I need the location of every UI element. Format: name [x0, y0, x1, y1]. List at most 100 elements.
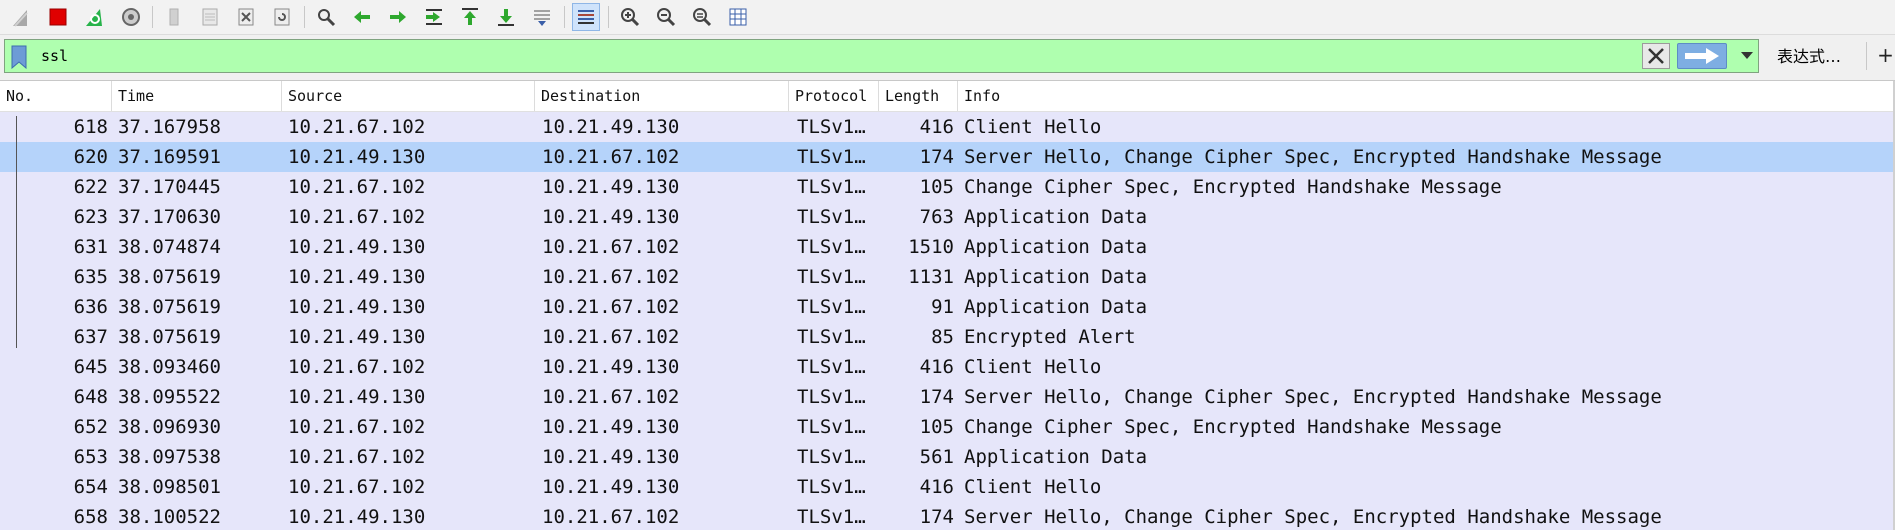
- bookmark-icon[interactable]: [11, 45, 27, 69]
- packet-info: Change Cipher Spec, Encrypted Handshake …: [964, 176, 1502, 198]
- open-file-button[interactable]: [160, 3, 188, 31]
- packet-destination: 10.21.67.102: [542, 386, 680, 408]
- packet-length: 174: [919, 506, 954, 528]
- packet-row[interactable]: 618 37.167958 10.21.67.102 10.21.49.130 TLSv…: [0, 112, 1895, 142]
- go-last-packet-button[interactable]: [492, 3, 520, 31]
- packet-row[interactable]: 654 38.098501 10.21.67.102 10.21.49.130 TLSv…: [0, 472, 1895, 502]
- packet-row[interactable]: 623 37.170630 10.21.67.102 10.21.49.130 TLSv…: [0, 202, 1895, 232]
- stop-capture-button[interactable]: [44, 3, 72, 31]
- packet-length: 1510: [908, 236, 954, 258]
- column-header-source[interactable]: Source: [282, 81, 535, 111]
- display-filter-toolbar: 表达式… +: [0, 36, 1895, 76]
- packet-info: Application Data: [964, 266, 1148, 288]
- packet-source: 10.21.67.102: [288, 206, 426, 228]
- recent-filters-dropdown[interactable]: [1735, 43, 1759, 69]
- packet-info: Application Data: [964, 446, 1148, 468]
- auto-scroll-icon: [534, 10, 550, 26]
- filter-separator: [1866, 42, 1867, 70]
- save-file-button[interactable]: [196, 3, 224, 31]
- go-to-packet-icon: [426, 9, 442, 25]
- packet-source: 10.21.49.130: [288, 386, 426, 408]
- clear-icon: [1648, 48, 1664, 64]
- packet-protocol: TLSv1…: [797, 446, 866, 468]
- packet-protocol: TLSv1…: [797, 116, 866, 138]
- packet-source: 10.21.49.130: [288, 506, 426, 528]
- go-to-packet-button[interactable]: [420, 3, 448, 31]
- packet-row[interactable]: 637 38.075619 10.21.49.130 10.21.67.102 TLSv…: [0, 322, 1895, 352]
- packet-info: Client Hello: [964, 116, 1102, 138]
- packet-list-header: No. Time Source Destination Protocol Len…: [0, 81, 1895, 112]
- expression-button[interactable]: 表达式…: [1763, 39, 1863, 71]
- packet-destination: 10.21.67.102: [542, 506, 680, 528]
- normal-size-icon: [693, 8, 712, 27]
- packet-time: 38.095522: [118, 386, 221, 408]
- column-header-info[interactable]: Info: [958, 81, 1895, 111]
- colorize-icon: [578, 10, 594, 24]
- packet-protocol: TLSv1…: [797, 506, 866, 528]
- packet-length: 1131: [908, 266, 954, 288]
- colorize-button[interactable]: [572, 3, 600, 31]
- packet-row[interactable]: 658 38.100522 10.21.49.130 10.21.67.102 TLSv…: [0, 502, 1895, 530]
- go-back-button[interactable]: [348, 3, 376, 31]
- auto-scroll-button[interactable]: [528, 3, 556, 31]
- packet-row[interactable]: 622 37.170445 10.21.67.102 10.21.49.130 TLSv…: [0, 172, 1895, 202]
- packet-protocol: TLSv1…: [797, 416, 866, 438]
- zoom-in-button[interactable]: [616, 3, 644, 31]
- packet-row[interactable]: 645 38.093460 10.21.67.102 10.21.49.130 TLSv…: [0, 352, 1895, 382]
- packet-protocol: TLSv1…: [797, 356, 866, 378]
- display-filter-field[interactable]: [4, 39, 1759, 73]
- column-header-protocol[interactable]: Protocol: [789, 81, 879, 111]
- clear-filter-button[interactable]: [1642, 43, 1670, 69]
- go-forward-icon: [390, 11, 406, 23]
- close-file-button[interactable]: [232, 3, 260, 31]
- stop-capture-icon: [49, 8, 67, 26]
- go-first-packet-button[interactable]: [456, 3, 484, 31]
- packet-length: 91: [931, 296, 954, 318]
- restart-capture-icon: [86, 9, 102, 26]
- packet-row[interactable]: 648 38.095522 10.21.49.130 10.21.67.102 TLSv…: [0, 382, 1895, 412]
- resize-columns-button[interactable]: [724, 3, 752, 31]
- packet-length: 85: [931, 326, 954, 348]
- packet-protocol: TLSv1…: [797, 146, 866, 168]
- packet-length: 763: [919, 206, 954, 228]
- zoom-out-button[interactable]: [652, 3, 680, 31]
- packet-length: 416: [919, 116, 954, 138]
- normal-size-button[interactable]: [688, 3, 716, 31]
- go-forward-button[interactable]: [384, 3, 412, 31]
- display-filter-input[interactable]: [41, 45, 1641, 67]
- packet-destination: 10.21.49.130: [542, 116, 680, 138]
- packet-source: 10.21.67.102: [288, 476, 426, 498]
- column-header-length[interactable]: Length: [879, 81, 958, 111]
- packet-row[interactable]: 620 37.169591 10.21.49.130 10.21.67.102 TLSv…: [0, 142, 1895, 172]
- reload-file-button[interactable]: [268, 3, 296, 31]
- packet-source: 10.21.67.102: [288, 416, 426, 438]
- packet-row[interactable]: 636 38.075619 10.21.49.130 10.21.67.102 TLSv…: [0, 292, 1895, 322]
- packet-time: 38.075619: [118, 326, 221, 348]
- packet-time: 37.170630: [118, 206, 221, 228]
- toolbar-separator: [608, 6, 609, 28]
- packet-time: 37.167958: [118, 116, 221, 138]
- packet-row[interactable]: 653 38.097538 10.21.67.102 10.21.49.130 TLSv…: [0, 442, 1895, 472]
- apply-filter-button[interactable]: [1677, 43, 1727, 69]
- packet-info: Server Hello, Change Cipher Spec, Encryp…: [964, 146, 1662, 168]
- restart-capture-button[interactable]: [80, 3, 108, 31]
- packet-protocol: TLSv1…: [797, 176, 866, 198]
- chevron-down-icon: [1741, 52, 1753, 59]
- column-header-destination[interactable]: Destination: [535, 81, 789, 111]
- packet-time: 38.093460: [118, 356, 221, 378]
- packet-destination: 10.21.49.130: [542, 176, 680, 198]
- packet-info: Change Cipher Spec, Encrypted Handshake …: [964, 416, 1502, 438]
- column-header-time[interactable]: Time: [112, 81, 282, 111]
- go-first-packet-icon: [462, 8, 478, 25]
- packet-row[interactable]: 652 38.096930 10.21.67.102 10.21.49.130 TLSv…: [0, 412, 1895, 442]
- start-capture-button[interactable]: [6, 3, 34, 31]
- add-filter-button[interactable]: +: [1876, 39, 1895, 71]
- packet-destination: 10.21.67.102: [542, 296, 680, 318]
- column-header-no[interactable]: No.: [0, 81, 112, 111]
- capture-options-button[interactable]: [117, 3, 145, 31]
- main-toolbar: [0, 0, 1895, 35]
- find-packet-button[interactable]: [312, 3, 340, 31]
- packet-protocol: TLSv1…: [797, 236, 866, 258]
- packet-row[interactable]: 631 38.074874 10.21.49.130 10.21.67.102 TLSv…: [0, 232, 1895, 262]
- packet-row[interactable]: 635 38.075619 10.21.49.130 10.21.67.102 TLSv…: [0, 262, 1895, 292]
